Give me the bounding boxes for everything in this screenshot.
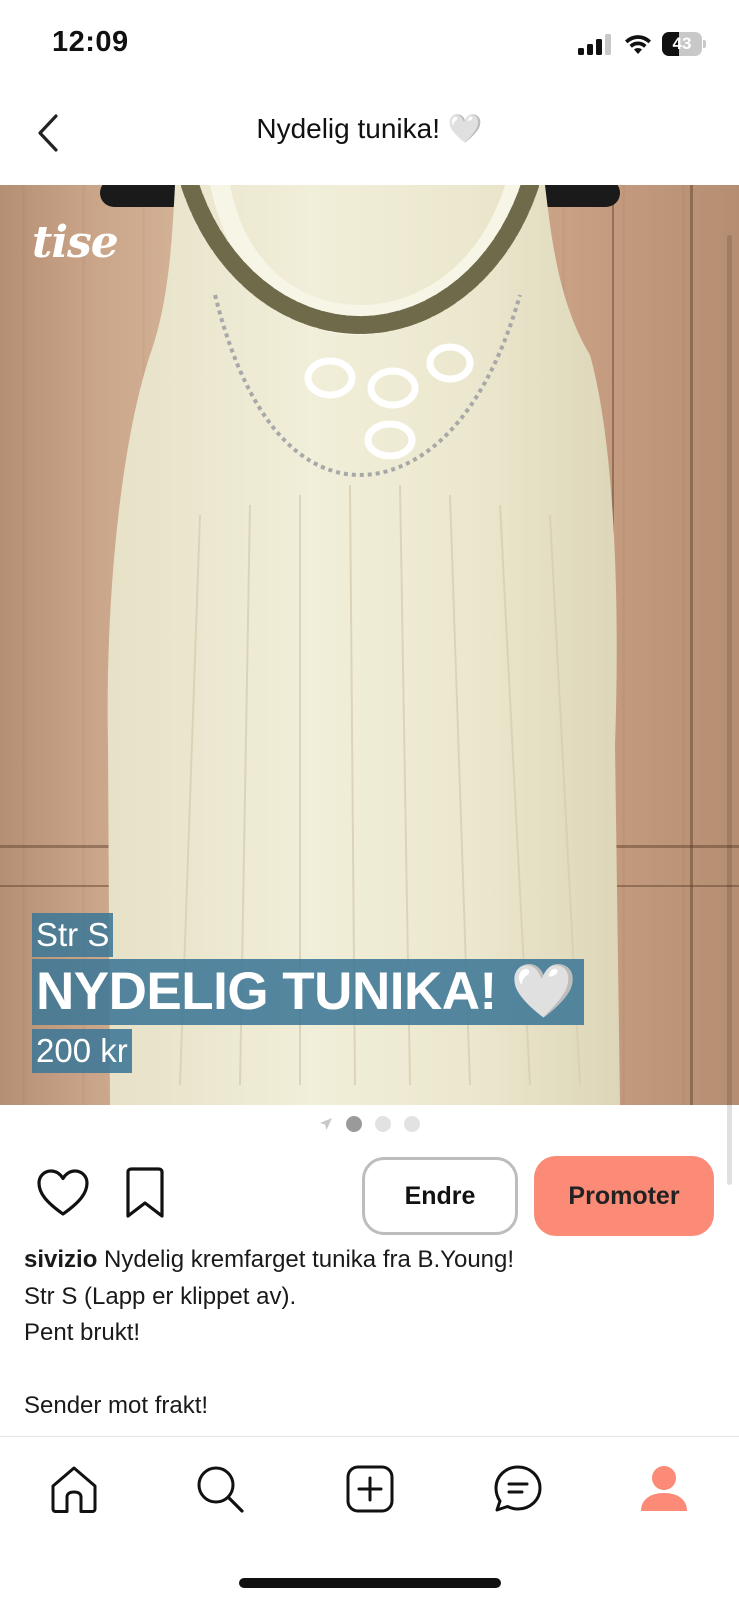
- description-line: Pent brukt!: [24, 1319, 141, 1346]
- product-photo[interactable]: tise Str S NYDELIG TUNIKA! 🤍 200 kr: [0, 185, 739, 1105]
- tise-logo: tise: [32, 217, 119, 268]
- profile-icon: [641, 1466, 687, 1511]
- promote-button[interactable]: Promoter: [534, 1156, 714, 1236]
- home-indicator: [239, 1578, 501, 1588]
- cellular-signal-icon: [578, 33, 612, 55]
- messages-icon: [494, 1465, 542, 1512]
- save-button[interactable]: [124, 1166, 166, 1220]
- pager-dot[interactable]: [404, 1116, 420, 1132]
- location-arrow-icon: [320, 1118, 332, 1130]
- edit-button[interactable]: Endre: [362, 1157, 518, 1235]
- like-button[interactable]: [36, 1168, 90, 1218]
- nav-home[interactable]: [44, 1459, 104, 1519]
- description-line: Sender mot frakt!: [24, 1392, 209, 1419]
- nav-messages[interactable]: [488, 1459, 548, 1519]
- pager-dot[interactable]: [375, 1116, 391, 1132]
- description-first-line: sivizio Nydelig kremfarget tunika fra B.…: [24, 1242, 714, 1279]
- wifi-icon: [625, 35, 651, 54]
- scrollbar[interactable]: [727, 235, 732, 1185]
- username-link[interactable]: sivizio: [24, 1246, 97, 1273]
- header: Nydelig tunika! 🤍: [0, 90, 739, 185]
- overlay-title: NYDELIG TUNIKA! 🤍: [32, 959, 585, 1025]
- bottom-nav: [0, 1436, 739, 1600]
- add-icon: [346, 1465, 394, 1513]
- pager-dot[interactable]: [346, 1116, 362, 1132]
- photo-pager[interactable]: [0, 1112, 739, 1136]
- description-line: [24, 1352, 714, 1389]
- bookmark-icon: [126, 1167, 164, 1218]
- back-button[interactable]: [28, 108, 68, 158]
- battery-level: 43: [672, 34, 692, 53]
- overlay-price: 200 kr: [32, 1029, 132, 1073]
- heart-icon: [37, 1169, 89, 1216]
- overlay-size: Str S: [32, 913, 114, 957]
- description-line: Str S (Lapp er klippet av).: [24, 1282, 297, 1310]
- status-bar: 12:09 43: [0, 0, 739, 90]
- actions-row: Endre Promoter: [0, 1150, 739, 1240]
- nav-search[interactable]: [190, 1459, 250, 1519]
- chevron-left-icon: [38, 114, 58, 152]
- search-icon: [197, 1466, 244, 1513]
- nav-add[interactable]: [340, 1459, 400, 1519]
- status-time: 12:09: [52, 26, 129, 58]
- description-text: Nydelig kremfarget tunika fra B.Young!: [97, 1246, 515, 1273]
- nav-profile[interactable]: [634, 1459, 694, 1519]
- page-title: Nydelig tunika! 🤍: [256, 113, 483, 144]
- home-icon: [51, 1466, 97, 1513]
- listing-description: sivizio Nydelig kremfarget tunika fra B.…: [24, 1242, 714, 1425]
- battery-icon: 43: [662, 32, 706, 56]
